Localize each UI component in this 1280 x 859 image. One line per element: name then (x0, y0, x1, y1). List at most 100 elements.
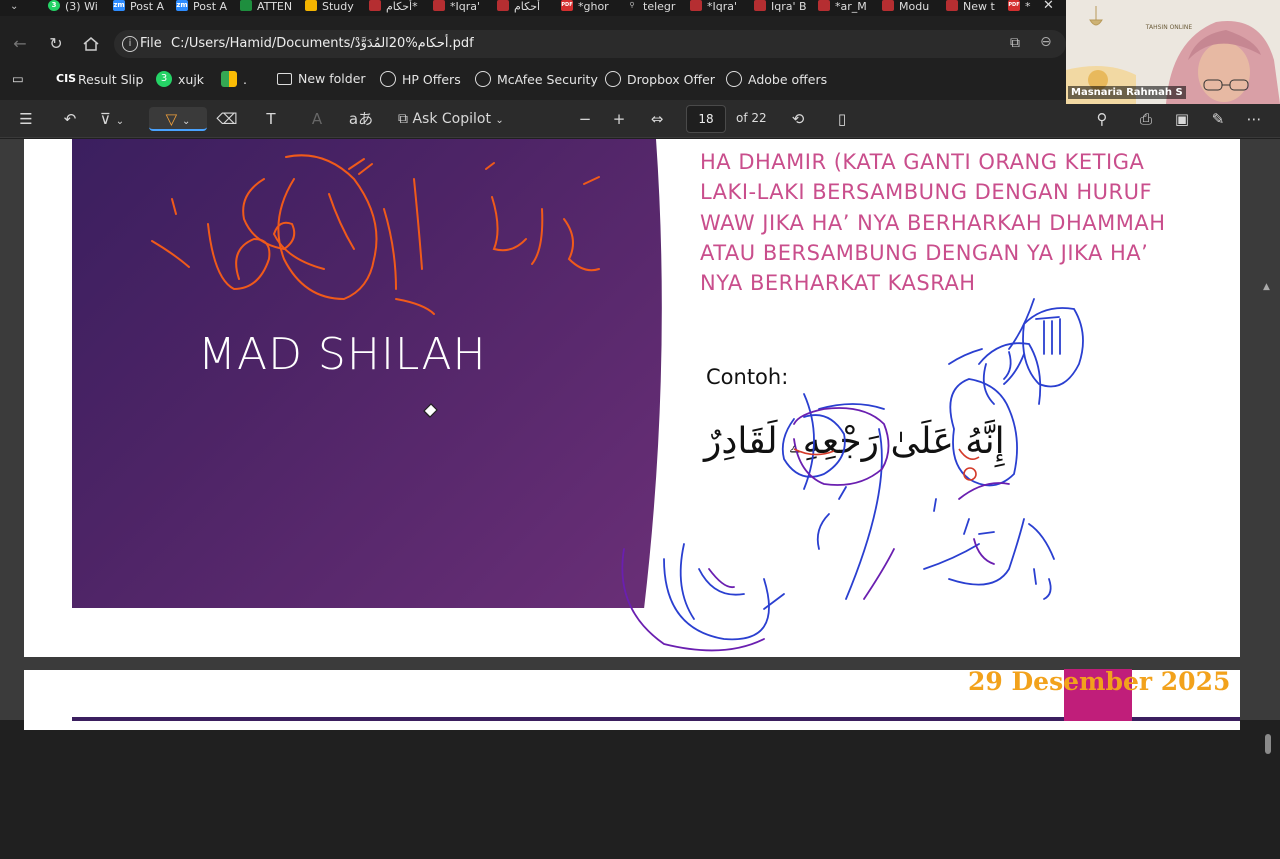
tab-label: Post A (130, 0, 165, 13)
bookmark-label: Dropbox Offer (627, 71, 715, 87)
bookmark-label: HP Offers (402, 71, 461, 87)
undo-icon[interactable]: ↶ (58, 107, 82, 131)
pen-icon: ▽ (165, 110, 178, 128)
eraser-icon[interactable]: ⌫ (215, 107, 239, 131)
translate-icon[interactable]: aあ (348, 107, 374, 131)
bookmark-xujk[interactable]: 3 xujk (156, 71, 204, 87)
tab-study[interactable]: Study (305, 0, 363, 16)
add-text-icon[interactable]: T (259, 107, 283, 131)
date-overlay: 29 Desember 2025 (968, 667, 1231, 696)
whatsapp-icon: 3 (156, 71, 172, 87)
tab-pdf-iqra-2[interactable]: *Iqra' (690, 0, 748, 16)
bookmark-mcafee[interactable]: McAfee Security (475, 71, 598, 87)
bookmarks-bar: ▭ CIS Result Slip 3 xujk . New folder HP O… (0, 66, 1066, 94)
scroll-up-icon[interactable]: ▲ (1263, 282, 1270, 292)
read-aloud-icon[interactable]: A (305, 107, 329, 131)
bookmark-dropbox[interactable]: Dropbox Offer (605, 71, 715, 87)
zoom-icon: zm (113, 0, 125, 11)
copilot-label: Ask Copilot (412, 111, 491, 127)
vertical-scrollbar[interactable]: ▲ (1262, 278, 1276, 859)
tab-label: Modu (899, 0, 930, 13)
tab-label: Iqra' B (771, 0, 807, 13)
zoom-out-button[interactable]: − (574, 107, 596, 131)
tab-label: ATTEN (257, 0, 293, 13)
bookmarks-menu-icon[interactable]: ▭ (12, 71, 24, 86)
scrollbar-thumb[interactable] (1265, 734, 1271, 754)
close-tab-icon[interactable]: ✕ (1043, 0, 1054, 15)
chevron-down-icon: ⌄ (495, 115, 504, 126)
info-icon[interactable]: i (122, 36, 138, 52)
bookmark-label: xujk (178, 71, 205, 87)
tab-whatsapp[interactable]: 3 (3) Wi (48, 0, 106, 16)
tab-label: Study (322, 0, 354, 13)
tab-pdf-ar-m[interactable]: *ar_M (818, 0, 876, 16)
back-button[interactable]: ← (8, 32, 32, 56)
contents-icon[interactable]: ☰ (14, 107, 38, 131)
tab-label: *ghor (578, 0, 609, 13)
blue-ink-strokes (663, 298, 1084, 641)
bookmark-meet[interactable]: . (221, 71, 247, 87)
bookmark-new-folder[interactable]: New folder (277, 71, 366, 86)
tab-pdf-ahkam-2[interactable]: أحكام (497, 0, 555, 16)
more-options-icon[interactable]: ⋯ (1242, 107, 1266, 131)
drive-icon (305, 0, 317, 11)
tab-attendance[interactable]: ATTEN (240, 0, 298, 16)
tab-pdf-ahkam-1[interactable]: أحكام* (369, 0, 429, 16)
browser-tab-strip: ⌄ 3 (3) Wi zm Post A zm Post A ATTEN Study … (0, 0, 1066, 16)
highlight-tool[interactable]: ⊽ ⌄ (92, 107, 132, 131)
print-icon[interactable]: ⎙ (1134, 107, 1158, 131)
address-bar[interactable]: i File C:/Users/Hamid/Documents/أحكام%20… (114, 30, 1066, 58)
pdf-icon (946, 0, 958, 11)
zoom-icon: zm (176, 0, 188, 11)
tab-pdf-modul[interactable]: Modu (882, 0, 940, 16)
rotate-icon[interactable]: ⟲ (786, 107, 810, 131)
orange-ink-strokes (151, 154, 600, 315)
tab-zoom-post-1[interactable]: zm Post A (113, 0, 171, 16)
pdf-icon (690, 0, 702, 11)
page-view-icon[interactable]: ▯ (830, 107, 854, 131)
tab-pdf-ghor[interactable]: PDF *ghor (561, 0, 619, 16)
save-as-icon[interactable]: ✎ (1206, 107, 1230, 131)
tab-pdf-active[interactable]: PDF * (1008, 0, 1046, 16)
zoom-in-button[interactable]: + (608, 107, 630, 131)
tab-telegram-search[interactable]: ⚲ telegr (626, 0, 684, 16)
meet-icon (221, 71, 237, 87)
page-number-input[interactable]: 18 (686, 105, 726, 133)
ask-copilot-button[interactable]: ⧉ Ask Copilot ⌄ (398, 107, 522, 131)
pdf-viewer: MAD SHILAH HA DHAMIR (KATA GANTI ORANG K… (0, 139, 1280, 754)
pdf-toolbar: ☰ ↶ ⊽ ⌄ ▽ ⌄ ⌫ T A aあ ⧉ Ask Copilot ⌄ − +… (0, 100, 1280, 138)
url-text[interactable]: C:/Users/Hamid/Documents/أحكام%20المُدَو… (171, 36, 474, 51)
chevron-down-icon: ⌄ (181, 116, 191, 127)
refresh-button[interactable]: ↻ (44, 32, 68, 56)
highlighter-icon: ⊽ (99, 110, 111, 128)
app-available-icon[interactable]: ⧉ (1010, 35, 1020, 51)
pdf-icon (433, 0, 445, 11)
save-icon[interactable]: ▣ (1170, 107, 1194, 131)
globe-icon (475, 71, 491, 87)
pdf-page: MAD SHILAH HA DHAMIR (KATA GANTI ORANG K… (24, 139, 1240, 657)
draw-tool[interactable]: ▽ ⌄ (149, 107, 207, 131)
bookmark-adobe[interactable]: Adobe offers (726, 71, 827, 87)
tab-pdf-iqra-1[interactable]: *Iqra' (433, 0, 491, 16)
pdf-icon (497, 0, 509, 11)
bookmark-hp-offers[interactable]: HP Offers (380, 71, 461, 87)
search-icon[interactable]: ⚲ (1090, 107, 1114, 131)
tab-label: (3) Wi (65, 0, 98, 13)
cis-logo-icon: CIS (56, 72, 77, 85)
participant-name: Masnaria Rahmah S (1068, 86, 1186, 99)
fit-page-icon[interactable]: ⇔ (645, 107, 669, 131)
bookmark-result-slip[interactable]: CIS Result Slip (56, 71, 143, 87)
tab-label: *ar_M (835, 0, 867, 13)
tab-pdf-new[interactable]: New t (946, 0, 1002, 16)
home-button[interactable] (79, 32, 103, 56)
bookmark-label: Adobe offers (748, 71, 828, 87)
pdf-icon: PDF (1008, 0, 1020, 11)
tab-zoom-post-2[interactable]: zm Post A (176, 0, 234, 16)
tab-pdf-iqra-b[interactable]: Iqra' B (754, 0, 812, 16)
tab-list-button[interactable]: ⌄ (10, 0, 18, 16)
participant-video: TAHSIN ONLINE Masnaria Rahmah S (1066, 0, 1280, 104)
ink-annotations (151, 154, 1084, 652)
pdf-icon (818, 0, 830, 11)
tab-label: أحكام (514, 0, 541, 13)
zoom-icon[interactable]: ⊖ (1040, 34, 1052, 50)
